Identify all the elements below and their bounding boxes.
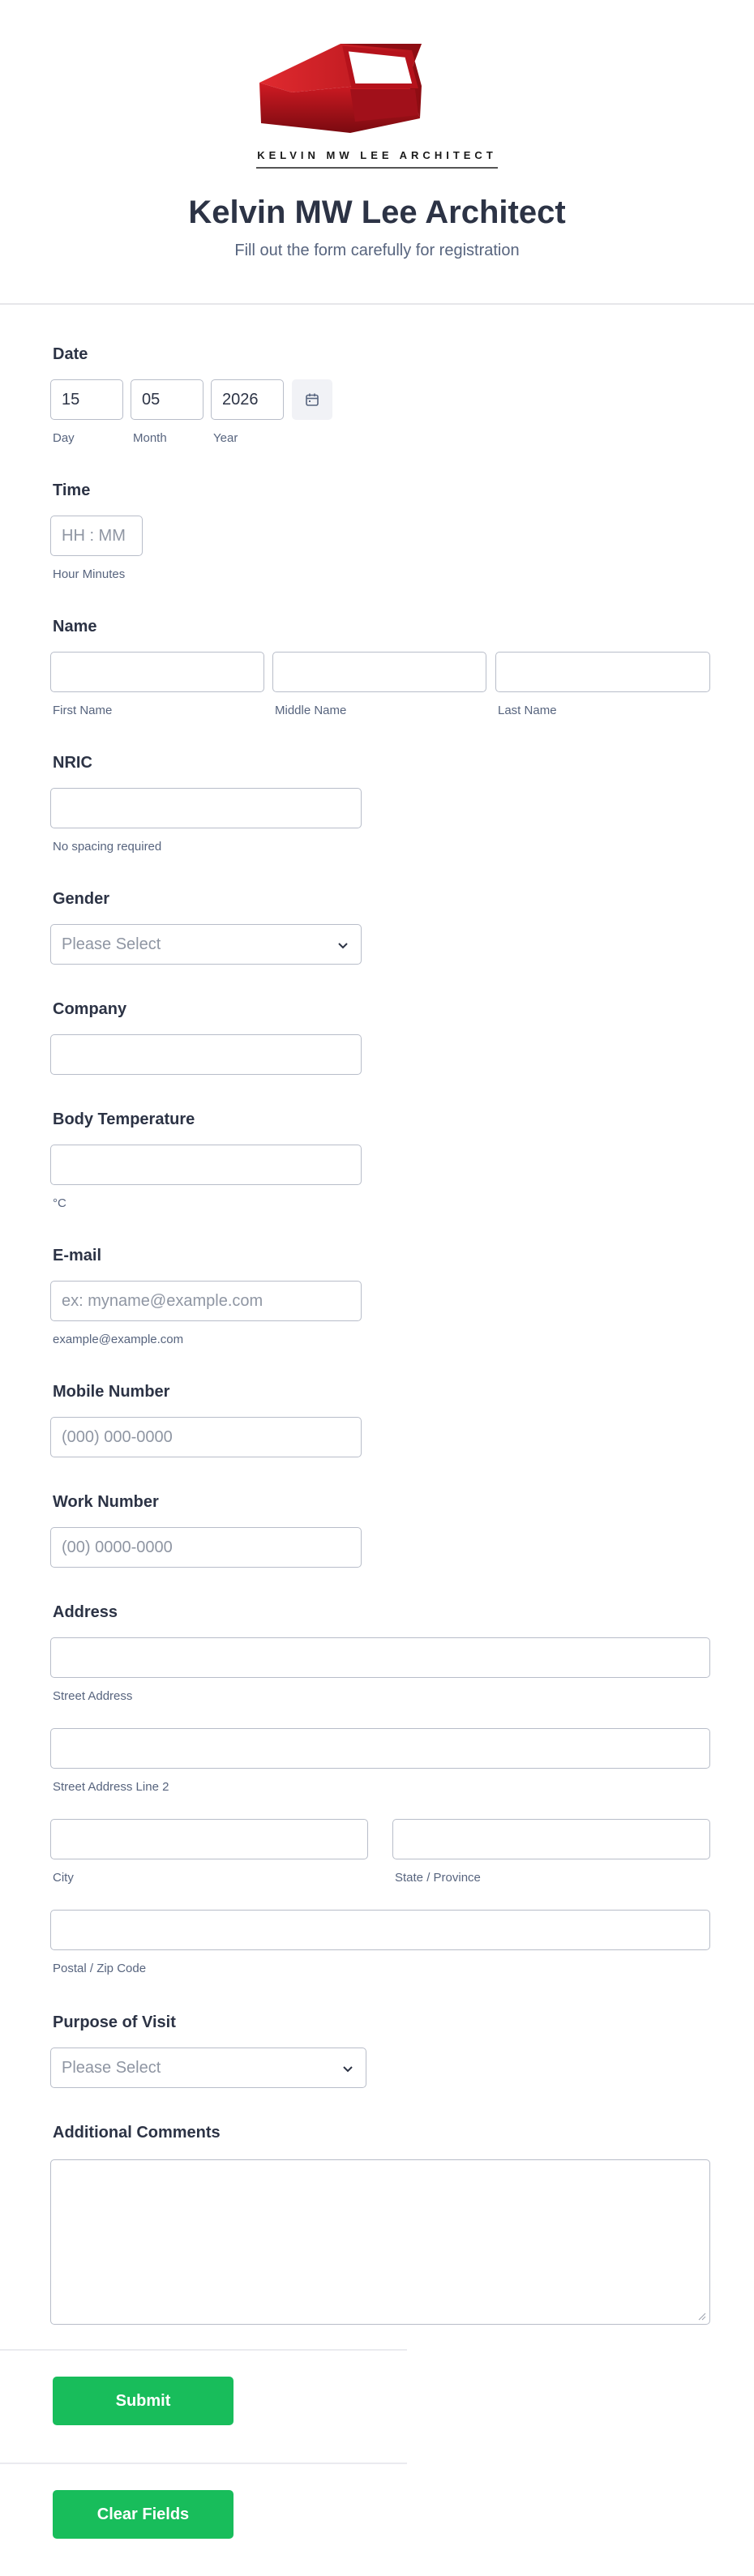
date-day-input[interactable]: 15 [50,379,123,420]
email-placeholder: ex: myname@example.com [62,1291,263,1310]
mobile-label: Mobile Number [53,1383,170,1401]
last-name-input[interactable] [495,652,710,692]
company-input[interactable] [50,1034,362,1075]
first-name-sublabel: First Name [53,704,113,717]
date-year-value: 2026 [222,390,259,409]
purpose-label: Purpose of Visit [53,2013,176,2031]
nric-label: NRIC [53,754,92,772]
date-year-sublabel: Year [213,431,238,445]
city-input[interactable] [50,1819,368,1859]
temperature-sublabel: °C [53,1196,66,1210]
postal-code-sublabel: Postal / Zip Code [53,1962,147,1975]
postal-code-input[interactable] [50,1910,710,1950]
form-title: Kelvin MW Lee Architect [188,195,566,230]
logo-underline [256,167,498,169]
purpose-selected-value: Please Select [62,2058,161,2077]
logo-text: KELVIN MW LEE ARCHITECT [257,149,497,161]
time-sublabel: Hour Minutes [53,567,126,581]
date-month-value: 05 [142,390,161,409]
street-address-input[interactable] [50,1637,710,1678]
company-logo: KELVIN MW LEE ARCHITECT [253,32,501,178]
street-address-line2-input[interactable] [50,1728,710,1769]
middle-name-sublabel: Middle Name [275,704,347,717]
name-label: Name [53,618,97,635]
work-number-placeholder: (00) 0000-0000 [62,1538,173,1556]
address-label: Address [53,1603,118,1621]
company-label: Company [53,1000,127,1018]
email-label: E-mail [53,1247,102,1264]
email-input[interactable]: ex: myname@example.com [50,1281,362,1321]
city-sublabel: City [53,1871,74,1885]
submit-button[interactable]: Submit [53,2377,233,2425]
divider [0,2349,407,2351]
street-address-sublabel: Street Address [53,1689,133,1703]
mobile-placeholder: (000) 000-0000 [62,1427,173,1446]
email-sublabel: example@example.com [53,1333,184,1346]
purpose-select[interactable]: Please Select [50,2048,366,2088]
comments-textarea[interactable] [50,2159,710,2325]
time-label: Time [53,481,91,499]
gender-label: Gender [53,890,110,908]
nric-input[interactable] [50,788,362,828]
date-year-input[interactable]: 2026 [211,379,284,420]
divider [0,2463,407,2464]
form-header: KELVIN MW LEE ARCHITECT Kelvin MW Lee Ar… [0,0,754,305]
form-subtitle: Fill out the form carefully for registra… [234,242,520,259]
temperature-label: Body Temperature [53,1110,195,1128]
gender-select[interactable]: Please Select [50,924,362,965]
chevron-down-icon [343,2066,353,2073]
state-input[interactable] [392,1819,710,1859]
first-name-input[interactable] [50,652,264,692]
calendar-button[interactable] [292,379,332,420]
middle-name-input[interactable] [272,652,486,692]
registration-form-page: KELVIN MW LEE ARCHITECT Kelvin MW Lee Ar… [0,0,754,2576]
gender-selected-value: Please Select [62,935,161,953]
time-placeholder: HH : MM [62,526,126,545]
date-day-sublabel: Day [53,431,75,445]
resize-handle-icon[interactable] [696,2311,706,2321]
time-input[interactable]: HH : MM [50,516,143,556]
chevron-down-icon [338,943,348,949]
state-sublabel: State / Province [395,1871,481,1885]
mobile-input[interactable]: (000) 000-0000 [50,1417,362,1457]
temperature-input[interactable] [50,1145,362,1185]
calendar-icon [306,393,319,406]
clear-fields-button[interactable]: Clear Fields [53,2490,233,2539]
logo-building-icon [259,44,422,133]
date-month-input[interactable]: 05 [131,379,203,420]
date-day-value: 15 [62,390,80,409]
nric-sublabel: No spacing required [53,840,162,854]
date-label: Date [53,345,88,363]
date-month-sublabel: Month [133,431,167,445]
street-address-line2-sublabel: Street Address Line 2 [53,1780,169,1794]
last-name-sublabel: Last Name [498,704,557,717]
work-number-input[interactable]: (00) 0000-0000 [50,1527,362,1568]
comments-label: Additional Comments [53,2124,221,2142]
work-number-label: Work Number [53,1493,159,1511]
